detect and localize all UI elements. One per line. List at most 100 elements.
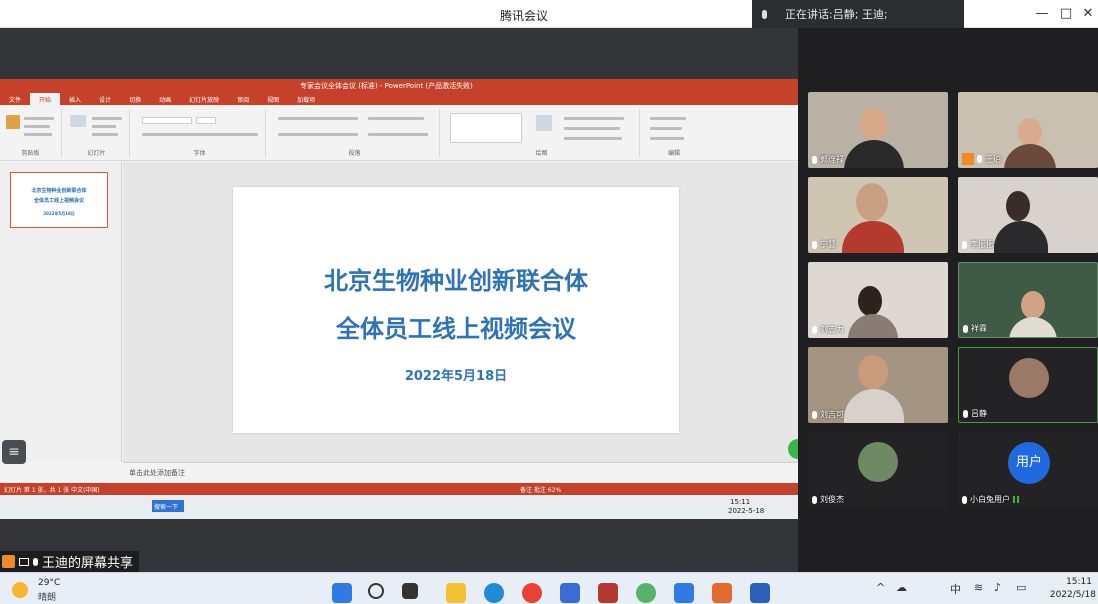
participant-tile[interactable]: 宁慧	[808, 177, 948, 253]
ppt-status-right: 备注 批注 62%	[520, 487, 562, 494]
weather-desc: 晴朗	[38, 593, 57, 603]
ppt-status-left: 幻灯片 第 1 张，共 1 张 中文(中国)	[4, 487, 100, 494]
slide-title-line-2: 全体员工线上视频会议	[336, 315, 576, 343]
chrome-icon[interactable]	[522, 583, 542, 603]
ppt-title-bar: 专家会议全体会议 (标准) - PowerPoint (产品激活失败)	[0, 79, 798, 93]
avatar-icon	[962, 153, 974, 165]
edge-icon[interactable]	[484, 583, 504, 603]
screen-share-label: 王迪的屏幕共享	[0, 551, 140, 572]
participant-tile[interactable]: 刘俊杰	[808, 432, 948, 508]
mic-icon	[812, 410, 817, 419]
ppt-tab-file[interactable]: 文件	[0, 93, 30, 105]
speaking-indicator: 正在讲话:吕静; 王迪;	[752, 0, 964, 28]
slide-thumbnail-1[interactable]: 北京生物种业创新联合体 全体员工线上视频会议 2022年5月18日	[10, 172, 108, 228]
ppt-tab-home[interactable]: 开始	[30, 93, 61, 105]
ppt-tab-animations[interactable]: 动画	[150, 93, 180, 105]
participant-tile[interactable]: 刘吉可	[808, 347, 948, 423]
participant-name: 刘志力	[820, 325, 844, 334]
volume-icon[interactable]: ♪	[994, 581, 1001, 594]
ppt-tab-addins[interactable]: 加载项	[288, 93, 324, 105]
participant-name: 王珀	[985, 154, 1001, 164]
close-button[interactable]: ✕	[1078, 6, 1098, 21]
slide-date: 2022年5月18日	[404, 369, 508, 384]
participant-tile[interactable]: 王珀	[958, 92, 1098, 168]
list-icon[interactable]: ≡	[2, 440, 26, 464]
ppt-ribbon-tabs: 文件 开始 插入 设计 切换 动画 幻灯片放映 审阅 视图 加载项	[0, 93, 798, 105]
participant-tile[interactable]: 李振振	[958, 177, 1098, 253]
chevron-up-icon[interactable]: ^	[876, 581, 885, 594]
ribbon-label-clipboard: 剪贴板	[21, 150, 40, 157]
mic-icon	[762, 9, 767, 19]
task-view-icon[interactable]	[402, 583, 418, 599]
mic-icon	[962, 240, 967, 249]
minimize-button[interactable]: —	[1032, 6, 1052, 21]
taskbar-clock-date[interactable]: 2022/5/18	[1040, 590, 1096, 600]
ribbon-group-drawing: 绘图	[444, 109, 640, 157]
app-icon[interactable]	[560, 583, 580, 603]
participant-name: 吕静	[971, 409, 987, 418]
mic-icon	[812, 325, 817, 334]
notes-pane[interactable]: 单击此处添加备注	[123, 462, 798, 482]
mic-icon	[962, 495, 967, 504]
participant-tile[interactable]: 吕静	[958, 347, 1098, 423]
ppt-tab-transitions[interactable]: 切换	[120, 93, 150, 105]
participant-tile[interactable]: 刘志力	[808, 262, 948, 338]
ribbon-label-drawing: 绘图	[535, 150, 548, 157]
app-title: 腾讯会议	[500, 9, 549, 23]
participant-name: 宁慧	[820, 240, 836, 249]
file-explorer-icon[interactable]	[446, 583, 466, 603]
ime-indicator[interactable]: 中	[950, 581, 961, 597]
weather-sun-icon[interactable]	[12, 582, 28, 598]
tencent-meeting-icon[interactable]	[674, 583, 694, 603]
taskbar-clock-time[interactable]: 15:11	[1062, 577, 1092, 587]
ppt-tab-review[interactable]: 审阅	[228, 93, 258, 105]
current-slide[interactable]: 北京生物种业创新联合体 全体员工线上视频会议 2022年5月18日	[233, 187, 679, 433]
slide-title-line-1: 北京生物种业创新联合体	[324, 267, 588, 295]
ribbon-group-paragraph: 段落	[270, 109, 440, 157]
participant-name: 祥霖	[971, 324, 987, 333]
ribbon-label-font: 字体	[193, 150, 206, 157]
participant-avatar: 用户	[1008, 442, 1050, 484]
ppt-tab-insert[interactable]: 插入	[60, 93, 90, 105]
maximize-button[interactable]: □	[1056, 6, 1076, 21]
mic-icon	[977, 155, 982, 163]
participant-tile[interactable]: 用户 小白兔用户	[958, 432, 1098, 508]
participant-name: 郭连禄	[820, 155, 844, 164]
inner-search-button: 搜索一下	[152, 500, 184, 512]
ppt-status-bar: 幻灯片 第 1 张，共 1 张 中文(中国) 备注 批注 62%	[0, 483, 798, 495]
participant-avatar	[1009, 358, 1049, 398]
inner-clock-date: 2022-5-18	[728, 507, 765, 515]
ppt-ribbon: 剪贴板 幻灯片 字体 段落 绘图 编辑	[0, 105, 798, 161]
ribbon-label-paragraph: 段落	[348, 150, 361, 157]
participant-tile[interactable]: 郭连禄	[808, 92, 948, 168]
ppt-tab-slideshow[interactable]: 幻灯片放映	[180, 93, 228, 105]
screen-icon	[19, 557, 29, 566]
participant-name: 刘吉可	[820, 410, 844, 419]
mic-icon	[963, 324, 968, 333]
ppt-window-title: 专家会议全体会议 (标准) - PowerPoint (产品激活失败)	[300, 82, 473, 90]
cnki-icon[interactable]	[712, 583, 732, 603]
mic-icon	[963, 409, 968, 418]
ribbon-group-slides: 幻灯片	[64, 109, 130, 157]
weather-temp: 29°C	[38, 578, 61, 588]
participant-name: 刘俊杰	[820, 495, 844, 504]
share-label-text: 王迪的屏幕共享	[42, 556, 134, 571]
mic-icon	[812, 240, 817, 249]
ppt-tab-view[interactable]: 视图	[258, 93, 288, 105]
windows-start-icon[interactable]	[332, 583, 352, 603]
inner-taskbar: 搜索一下 15:11 2022-5-18	[0, 495, 798, 519]
ribbon-label-slides: 幻灯片	[87, 150, 106, 157]
participant-tile[interactable]: 祥霖	[958, 262, 1098, 338]
ppt-tab-design[interactable]: 设计	[90, 93, 120, 105]
cloud-icon[interactable]: ☁	[896, 581, 907, 594]
thumb-line-2: 全体员工线上视频会议	[33, 198, 84, 204]
search-icon[interactable]	[368, 583, 384, 599]
word-icon[interactable]	[750, 583, 770, 603]
app-icon[interactable]	[636, 583, 656, 603]
app-icon[interactable]	[598, 583, 618, 603]
participant-name: 小白兔用户	[970, 495, 1010, 504]
thumb-line-1: 北京生物种业创新联合体	[31, 188, 87, 194]
participant-avatar	[858, 442, 898, 482]
wifi-icon[interactable]: ≋	[974, 581, 983, 594]
battery-icon[interactable]: ▭	[1016, 581, 1026, 594]
